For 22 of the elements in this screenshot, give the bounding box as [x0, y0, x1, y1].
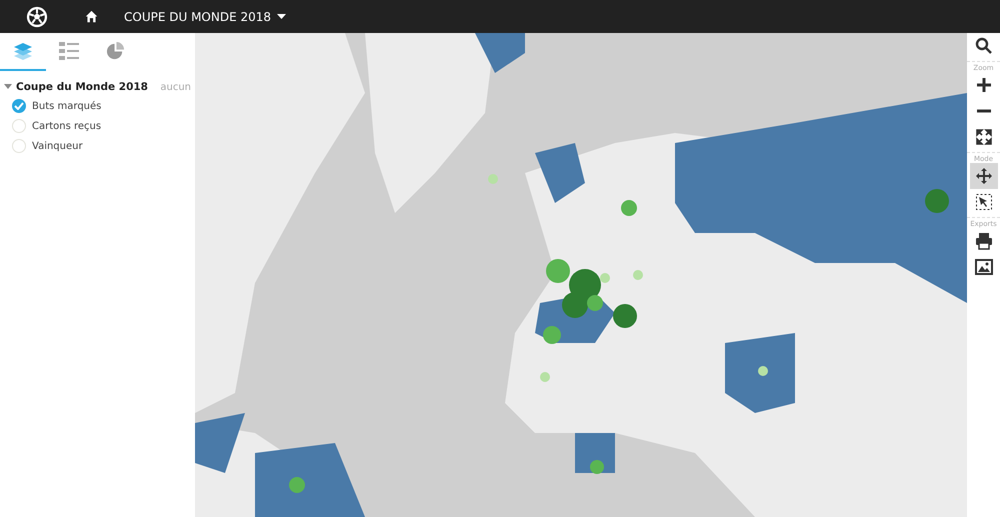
expand-arrows-icon [974, 128, 992, 146]
collapse-caret-icon[interactable] [4, 84, 12, 90]
caret-icon [277, 14, 286, 20]
search-icon [974, 37, 992, 55]
pan-button[interactable] [970, 163, 998, 189]
layer-label[interactable]: Cartons reçus [32, 120, 102, 132]
printer-icon [974, 232, 992, 250]
minus-icon [974, 109, 992, 113]
layer-checkbox[interactable] [12, 99, 26, 113]
layer-label[interactable]: Buts marqués [32, 100, 102, 112]
layers-icon [13, 41, 33, 61]
move-arrows-icon [974, 167, 992, 185]
soccer-ball-icon[interactable] [26, 6, 48, 28]
pie-chart-icon [106, 42, 124, 60]
cursor-selection-icon [974, 193, 992, 211]
layer-label[interactable]: Vainqueur [32, 140, 83, 152]
plus-icon [974, 76, 992, 94]
list-icon [59, 42, 79, 60]
image-icon [974, 258, 992, 276]
layer-group-title: Coupe du Monde 2018 [16, 81, 149, 93]
home-icon[interactable] [85, 10, 98, 23]
project-dropdown[interactable]: COUPE DU MONDE 2018 [124, 10, 286, 24]
